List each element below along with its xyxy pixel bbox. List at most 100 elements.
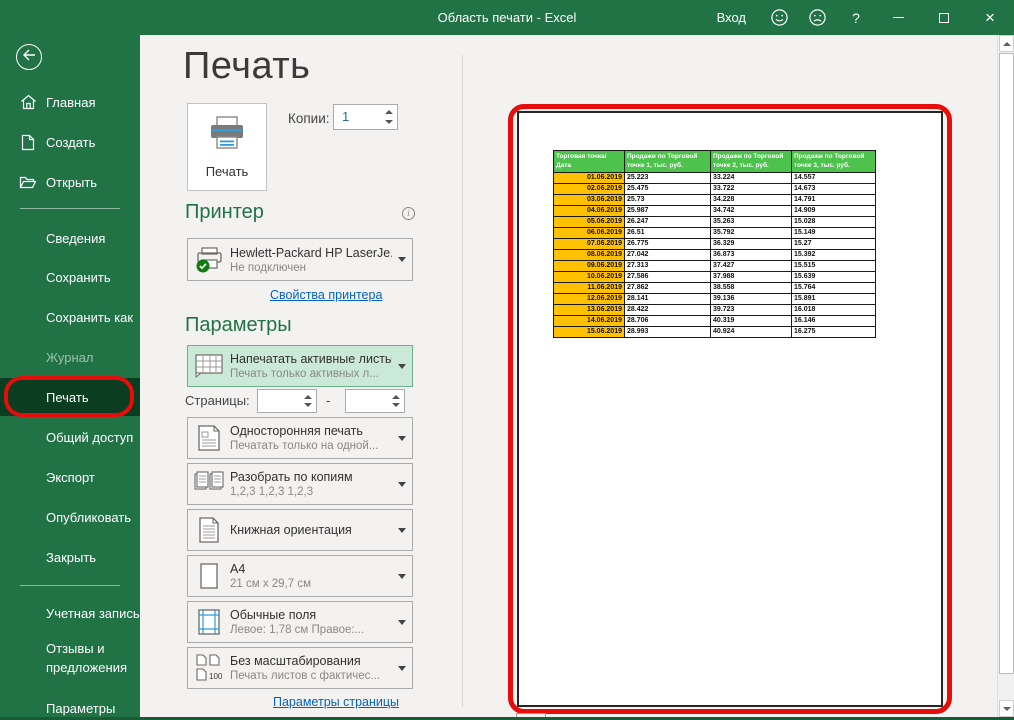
- pages-label: Страницы:: [185, 393, 250, 408]
- chevron-down-icon: [392, 620, 412, 625]
- print-button[interactable]: Печать: [187, 103, 267, 191]
- date-cell: 04.06.2019: [554, 205, 625, 216]
- table-header-cell: Торговая точка/ Дата: [554, 151, 625, 173]
- copies-value[interactable]: 1: [334, 105, 381, 129]
- copies-label: Копии:: [288, 111, 330, 126]
- arrow-up-icon[interactable]: [385, 110, 393, 114]
- duplex-dropdown[interactable]: Односторонняя печать Печатать только на …: [187, 417, 413, 459]
- value-cell: 25.475: [625, 183, 711, 194]
- value-cell: 38.558: [711, 282, 792, 293]
- chevron-down-icon: [392, 574, 412, 579]
- page-setup-link[interactable]: Параметры страницы: [273, 695, 399, 709]
- chevron-down-icon: [392, 482, 412, 487]
- sidebar-item-open[interactable]: Открыть: [0, 163, 140, 201]
- sidebar-item-history[interactable]: Журнал: [0, 338, 140, 376]
- print-preview-page: Торговая точка/ ДатаПродажи по Торговой …: [517, 111, 943, 707]
- pages-range-row: Страницы: -: [185, 389, 415, 413]
- arrow-up-icon[interactable]: [392, 395, 400, 399]
- value-cell: 26.247: [625, 216, 711, 227]
- arrow-up-icon[interactable]: [304, 395, 312, 399]
- pages-to-value[interactable]: [346, 390, 388, 412]
- sidebar-item-export[interactable]: Экспорт: [0, 458, 140, 496]
- value-cell: 34.228: [711, 194, 792, 205]
- printer-status: Не подключен: [230, 262, 392, 274]
- table-row: 15.06.201928.99340.92416.275: [554, 326, 876, 337]
- value-cell: 15.515: [792, 260, 876, 271]
- value-cell: 33.722: [711, 183, 792, 194]
- margins-dropdown[interactable]: Обычные поля Левое: 1,78 см Правое:...: [187, 601, 413, 643]
- sidebar-item-save-as[interactable]: Сохранить как: [0, 298, 140, 336]
- back-button[interactable]: [16, 44, 42, 70]
- sidebar-item-publish[interactable]: Опубликовать: [0, 498, 140, 536]
- sidebar-item-close-file[interactable]: Закрыть: [0, 538, 140, 576]
- scroll-up-button[interactable]: [999, 35, 1014, 52]
- table-header-cell: Продажи по Торговой точке 1, тыс. руб.: [625, 151, 711, 173]
- open-folder-icon: [19, 173, 37, 191]
- print-pane: Печать Печать Копии: 1 Принтер i: [140, 35, 997, 720]
- no-scaling-icon: 100: [188, 653, 230, 683]
- printer-properties-link[interactable]: Свойства принтера: [270, 288, 382, 302]
- sidebar-item-account[interactable]: Учетная запись: [0, 594, 140, 632]
- printer-icon: [207, 115, 247, 156]
- pages-from-stepper[interactable]: [257, 389, 317, 413]
- date-cell: 09.06.2019: [554, 260, 625, 271]
- print-what-dropdown[interactable]: Напечатать активные листы Печать только …: [187, 345, 413, 387]
- maximize-button[interactable]: [921, 0, 966, 35]
- collate-dropdown[interactable]: Разобрать по копиям 1,2,3 1,2,3 1,2,3: [187, 463, 413, 505]
- arrow-down-icon[interactable]: [385, 120, 393, 124]
- smiley-sad-icon[interactable]: [798, 0, 836, 35]
- sidebar-item-home[interactable]: Главная: [0, 83, 140, 121]
- chevron-down-icon: [392, 436, 412, 441]
- value-cell: 37.988: [711, 271, 792, 282]
- value-cell: 26.775: [625, 238, 711, 249]
- date-cell: 01.06.2019: [554, 172, 625, 183]
- minimize-button[interactable]: [876, 0, 921, 35]
- pages-to-stepper[interactable]: [345, 389, 405, 413]
- excel-backstage-window: Область печати - Excel Вход ? ×: [0, 0, 1014, 720]
- info-icon[interactable]: i: [402, 207, 415, 220]
- table-row: 10.06.201927.58637.98815.639: [554, 271, 876, 282]
- sidebar-item-feedback[interactable]: Отзывы и предложения: [0, 634, 140, 682]
- sidebar-item-new[interactable]: Создать: [0, 123, 140, 161]
- sidebar-item-save[interactable]: Сохранить: [0, 258, 140, 296]
- sidebar-divider: [20, 585, 120, 586]
- margins-icon: [188, 608, 230, 636]
- value-cell: 28.141: [625, 293, 711, 304]
- scaling-dropdown[interactable]: 100 Без масштабирования Печать листов с …: [187, 647, 413, 689]
- pages-from-value[interactable]: [258, 390, 300, 412]
- value-cell: 25.223: [625, 172, 711, 183]
- sidebar-item-info[interactable]: Сведения: [0, 219, 140, 257]
- stepper-arrows[interactable]: [381, 105, 397, 129]
- sidebar-item-print[interactable]: Печать: [0, 378, 140, 416]
- table-row: 11.06.201927.86238.55815.764: [554, 282, 876, 293]
- close-button[interactable]: ×: [966, 0, 1014, 35]
- scrollbar-thumb[interactable]: [999, 53, 1014, 674]
- date-cell: 10.06.2019: [554, 271, 625, 282]
- table-row: 07.06.201926.77536.32915.27: [554, 238, 876, 249]
- printer-section-heading: Принтер: [185, 201, 264, 224]
- value-cell: 14.673: [792, 183, 876, 194]
- orientation-dropdown[interactable]: Книжная ориентация: [187, 509, 413, 551]
- arrow-down-icon[interactable]: [392, 403, 400, 407]
- svg-text:100: 100: [209, 672, 223, 681]
- pane-divider: [462, 55, 463, 707]
- date-cell: 14.06.2019: [554, 315, 625, 326]
- copies-stepper[interactable]: 1: [333, 104, 398, 130]
- table-row: 13.06.201928.42239.72316.018: [554, 304, 876, 315]
- printer-dropdown[interactable]: Hewlett-Packard HP LaserJe... Не подключ…: [187, 238, 413, 281]
- arrow-down-icon[interactable]: [304, 403, 312, 407]
- vertical-scrollbar[interactable]: [997, 35, 1014, 718]
- value-cell: 35.792: [711, 227, 792, 238]
- value-cell: 25.73: [625, 194, 711, 205]
- value-cell: 26.51: [625, 227, 711, 238]
- sign-in-button[interactable]: Вход: [703, 0, 760, 35]
- scroll-down-button[interactable]: [999, 700, 1014, 717]
- preview-table: Торговая точка/ ДатаПродажи по Торговой …: [553, 150, 876, 338]
- sidebar-item-share[interactable]: Общий доступ: [0, 418, 140, 456]
- help-button[interactable]: ?: [836, 0, 876, 35]
- sidebar-item-options[interactable]: Параметры: [0, 689, 140, 720]
- paper-size-dropdown[interactable]: A4 21 см x 29,7 см: [187, 555, 413, 597]
- table-row: 06.06.201926.5135.79215.149: [554, 227, 876, 238]
- table-row: 12.06.201928.14139.13615.891: [554, 293, 876, 304]
- smiley-happy-icon[interactable]: [760, 0, 798, 35]
